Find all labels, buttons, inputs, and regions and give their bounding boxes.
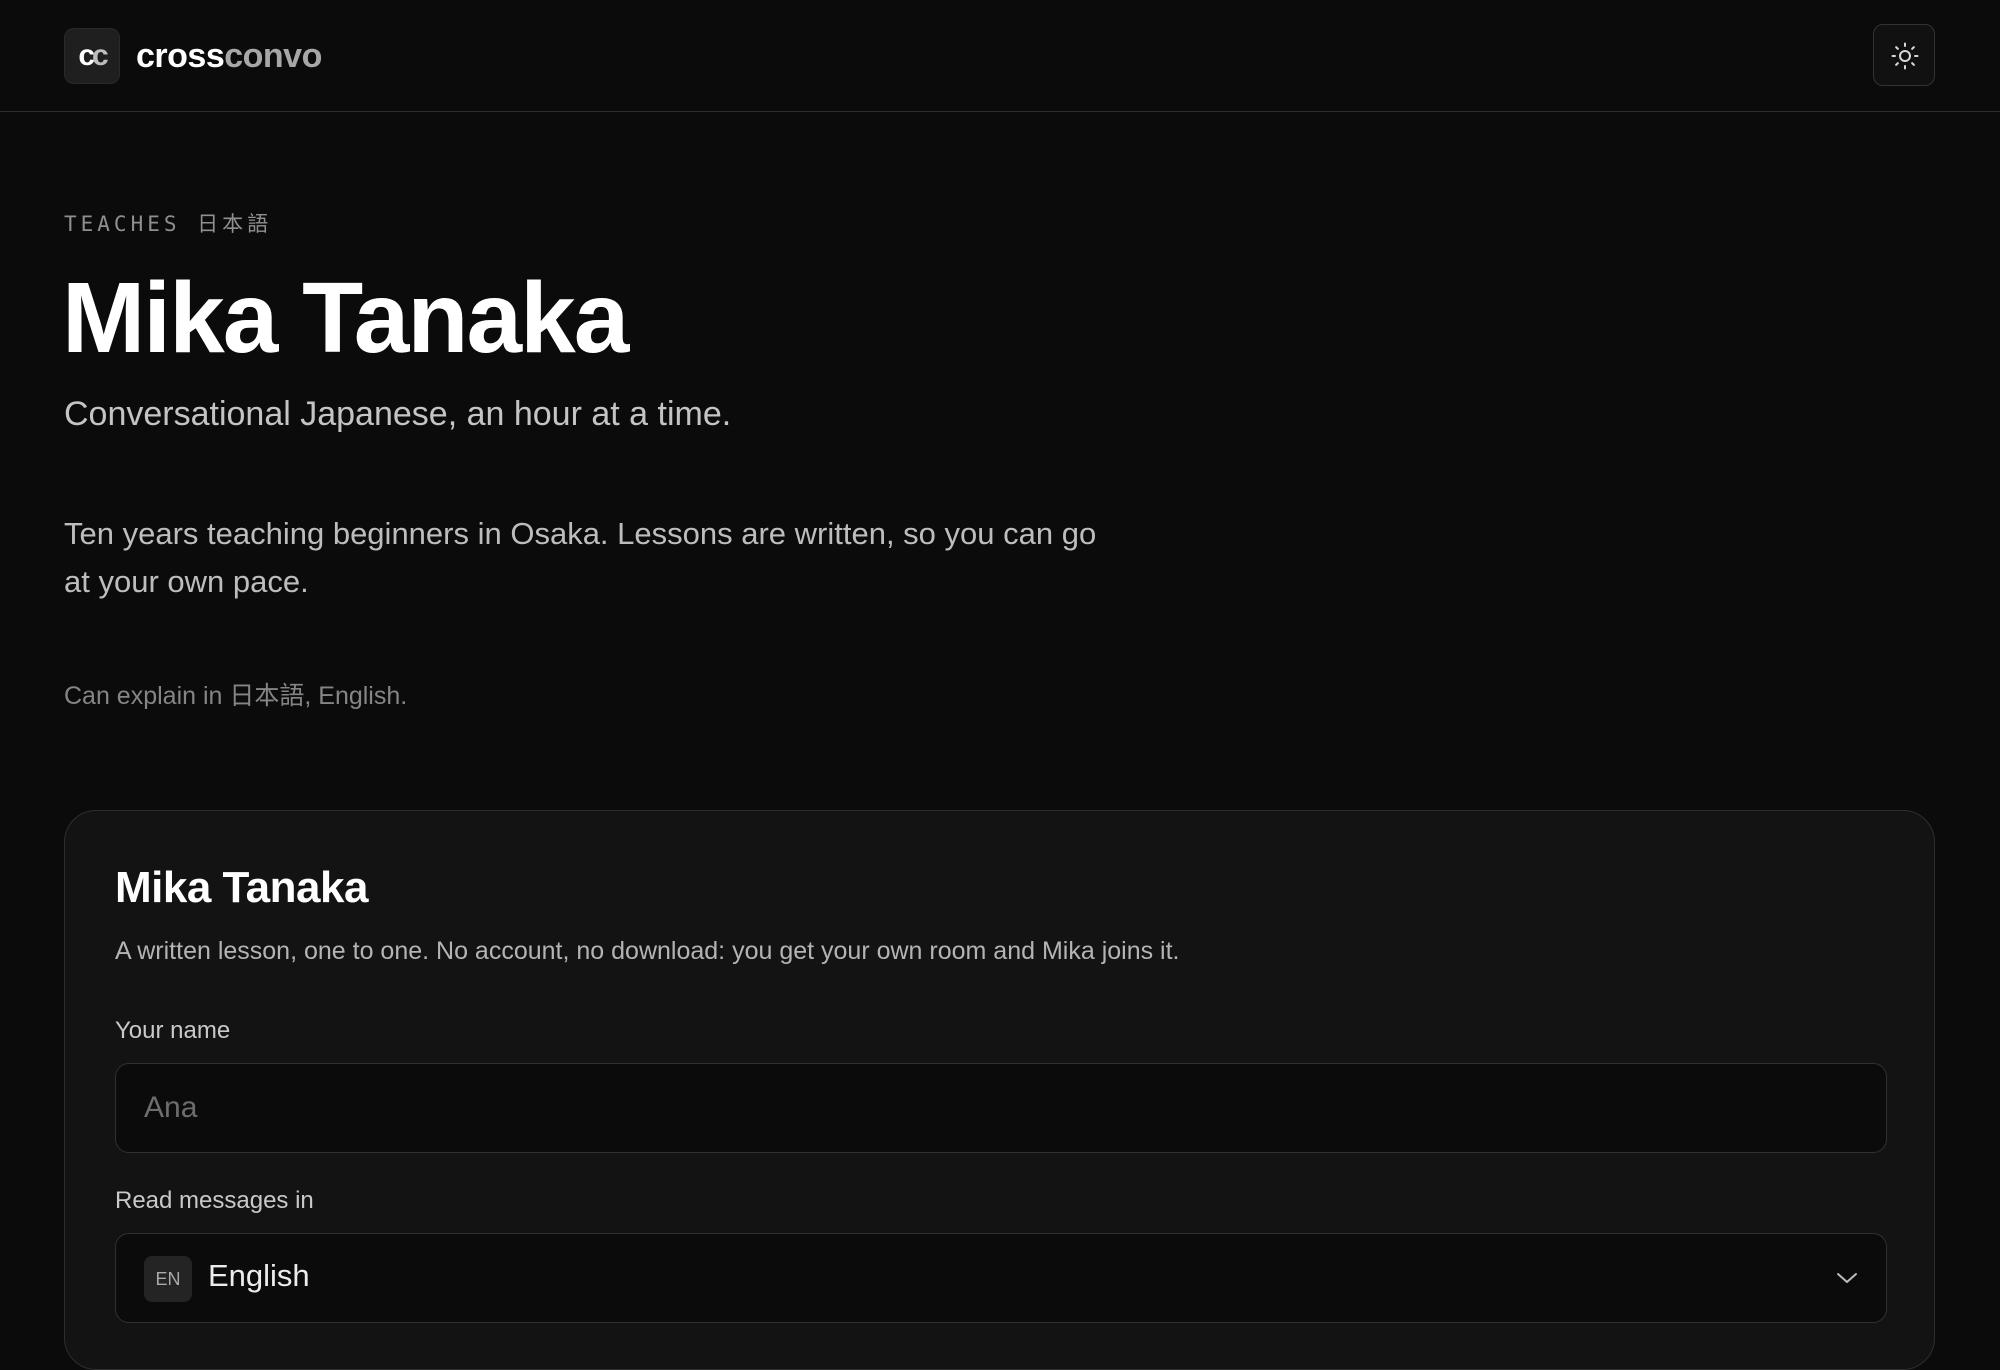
language-code-badge: EN bbox=[144, 1256, 192, 1302]
chevron-down-icon bbox=[1837, 1273, 1857, 1283]
brand-part-cross: cross bbox=[136, 37, 225, 75]
your-name-label: Your name bbox=[115, 1017, 231, 1044]
teacher-name-heading: Mika Tanaka bbox=[62, 262, 629, 374]
card-description: A written lesson, one to one. No account… bbox=[115, 937, 1180, 965]
teaches-eyebrow: TEACHES 日本語 bbox=[64, 212, 273, 236]
your-name-input[interactable] bbox=[115, 1063, 1887, 1153]
explain-languages: Can explain in 日本語, English. bbox=[64, 682, 408, 710]
language-select[interactable]: EN English bbox=[115, 1233, 1887, 1323]
brand-part-convo: convo bbox=[224, 37, 322, 75]
sun-icon bbox=[1891, 42, 1919, 70]
card-title: Mika Tanaka bbox=[115, 863, 368, 912]
language-selected-value: English bbox=[208, 1258, 310, 1293]
teacher-bio: Ten years teaching beginners in Osaka. L… bbox=[64, 516, 1097, 599]
read-messages-label: Read messages in bbox=[115, 1187, 314, 1214]
top-bar: cc crossconvo bbox=[0, 0, 2000, 112]
logo-icon[interactable]: cc bbox=[64, 28, 120, 84]
teacher-tagline: Conversational Japanese, an hour at a ti… bbox=[64, 395, 732, 433]
brand-name[interactable]: crossconvo bbox=[136, 34, 322, 78]
booking-card: Mika Tanaka A written lesson, one to one… bbox=[64, 810, 1935, 1370]
theme-toggle-button[interactable] bbox=[1873, 24, 1935, 86]
